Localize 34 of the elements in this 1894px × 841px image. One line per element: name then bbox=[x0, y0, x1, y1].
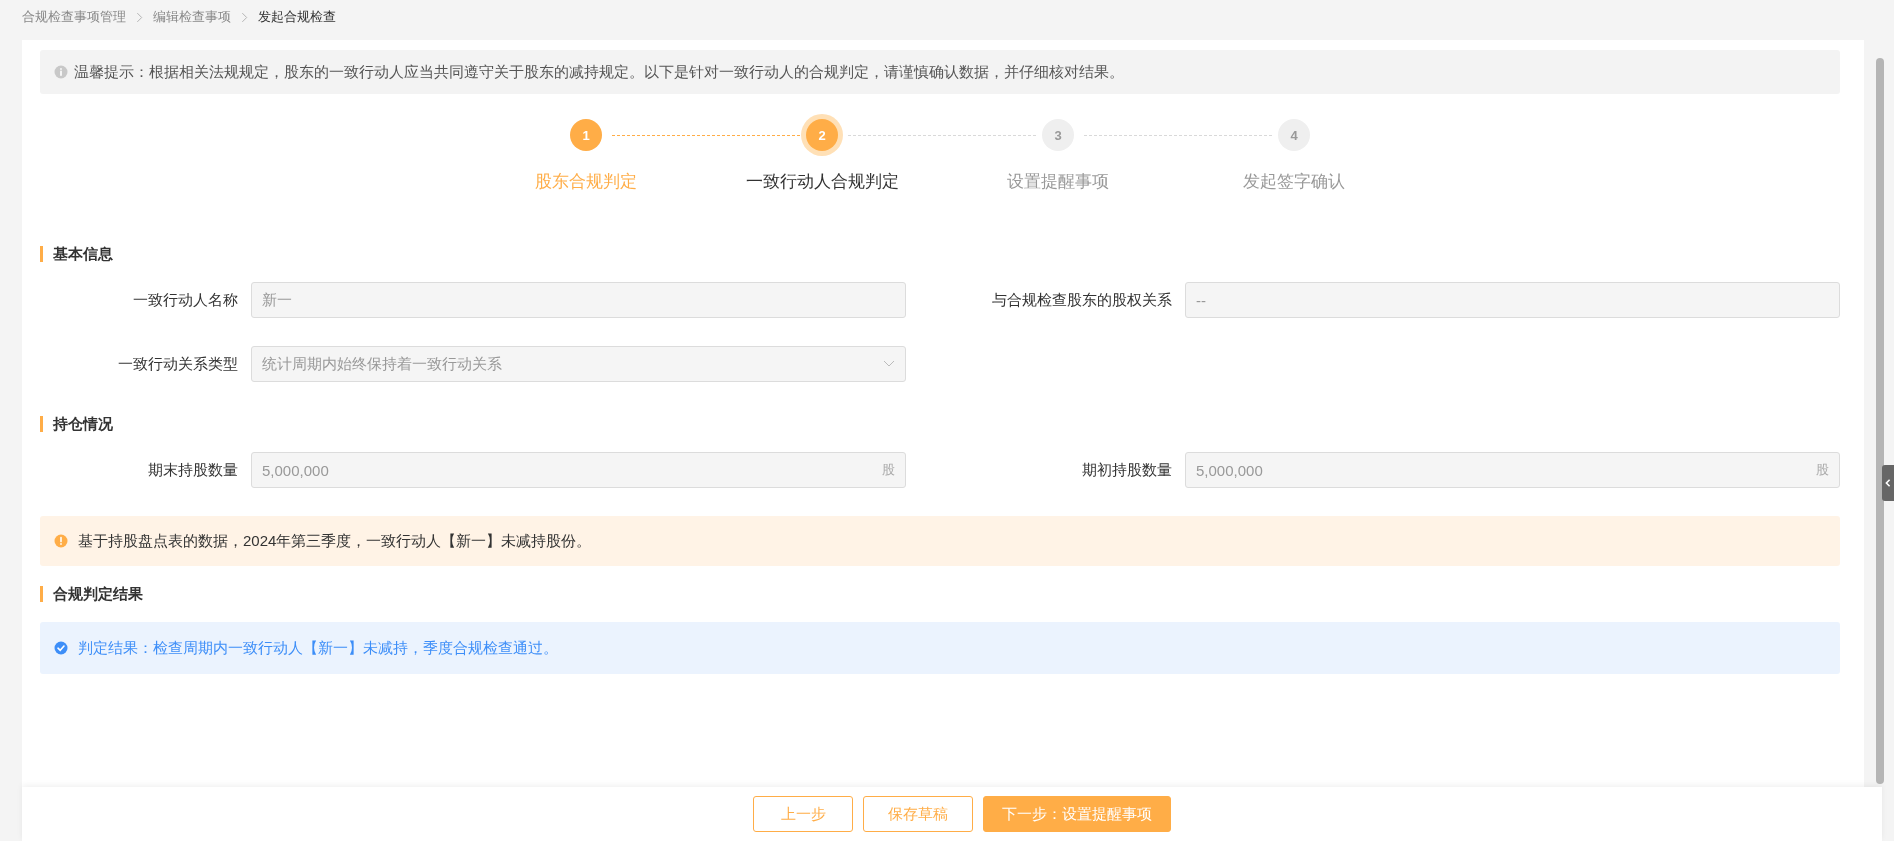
collapse-handle[interactable] bbox=[1882, 465, 1894, 501]
field-label: 一致行动关系类型 bbox=[117, 354, 238, 374]
field-label: 与合规检查股东的股权关系 bbox=[991, 290, 1172, 310]
alert-text: 基于持股盘点表的数据，2024年第三季度，一致行动人【新一】未减持股份。 bbox=[78, 531, 592, 551]
chevron-down-icon bbox=[883, 360, 895, 368]
step-label[interactable]: 股东合规判定 bbox=[535, 170, 637, 193]
notice-text: 温馨提示：根据相关法规规定，股东的一致行动人应当共同遵守关于股东的减持规定。以下是针对一致行动人的合规判定，请谨慎确认数据，并仔细核对结果。 bbox=[74, 62, 1124, 82]
action-button[interactable]: 保存草稿 bbox=[863, 796, 973, 832]
warning-icon bbox=[54, 534, 68, 548]
field-label: 期初持股数量 bbox=[1081, 460, 1172, 480]
unit-label: 股 bbox=[1816, 461, 1829, 479]
breadcrumb-current: 发起合规检查 bbox=[258, 8, 336, 26]
step-label[interactable]: 设置提醒事项 bbox=[1007, 170, 1109, 193]
alert-text: 判定结果：检查周期内一致行动人【新一】未减持，季度合规检查通过。 bbox=[78, 638, 558, 658]
chevron-right-icon bbox=[241, 11, 248, 23]
breadcrumb-link[interactable]: 合规检查事项管理 bbox=[22, 8, 126, 26]
action-button[interactable]: 上一步 bbox=[753, 796, 853, 832]
field-label: 期末持股数量 bbox=[147, 460, 238, 480]
unit-label: 股 bbox=[882, 461, 895, 479]
chevron-right-icon bbox=[136, 11, 143, 23]
breadcrumb-link[interactable]: 编辑检查事项 bbox=[153, 8, 231, 26]
check-circle-icon bbox=[54, 641, 68, 655]
step-number[interactable]: 4 bbox=[1278, 119, 1310, 151]
step-label[interactable]: 一致行动人合规判定 bbox=[745, 170, 899, 193]
scrollbar[interactable] bbox=[1876, 58, 1884, 784]
step-number[interactable]: 1 bbox=[570, 119, 602, 151]
next-step-button[interactable]: 下一步：设置提醒事项 bbox=[983, 796, 1171, 832]
section-title: 基本信息 bbox=[40, 246, 1840, 262]
section-title: 持仓情况 bbox=[40, 416, 1840, 432]
field-label: 一致行动人名称 bbox=[132, 290, 238, 310]
step-label[interactable]: 发起签字确认 bbox=[1243, 170, 1345, 193]
step-number[interactable]: 3 bbox=[1042, 119, 1074, 151]
section-title: 合规判定结果 bbox=[40, 586, 1840, 602]
info-icon bbox=[54, 65, 68, 79]
